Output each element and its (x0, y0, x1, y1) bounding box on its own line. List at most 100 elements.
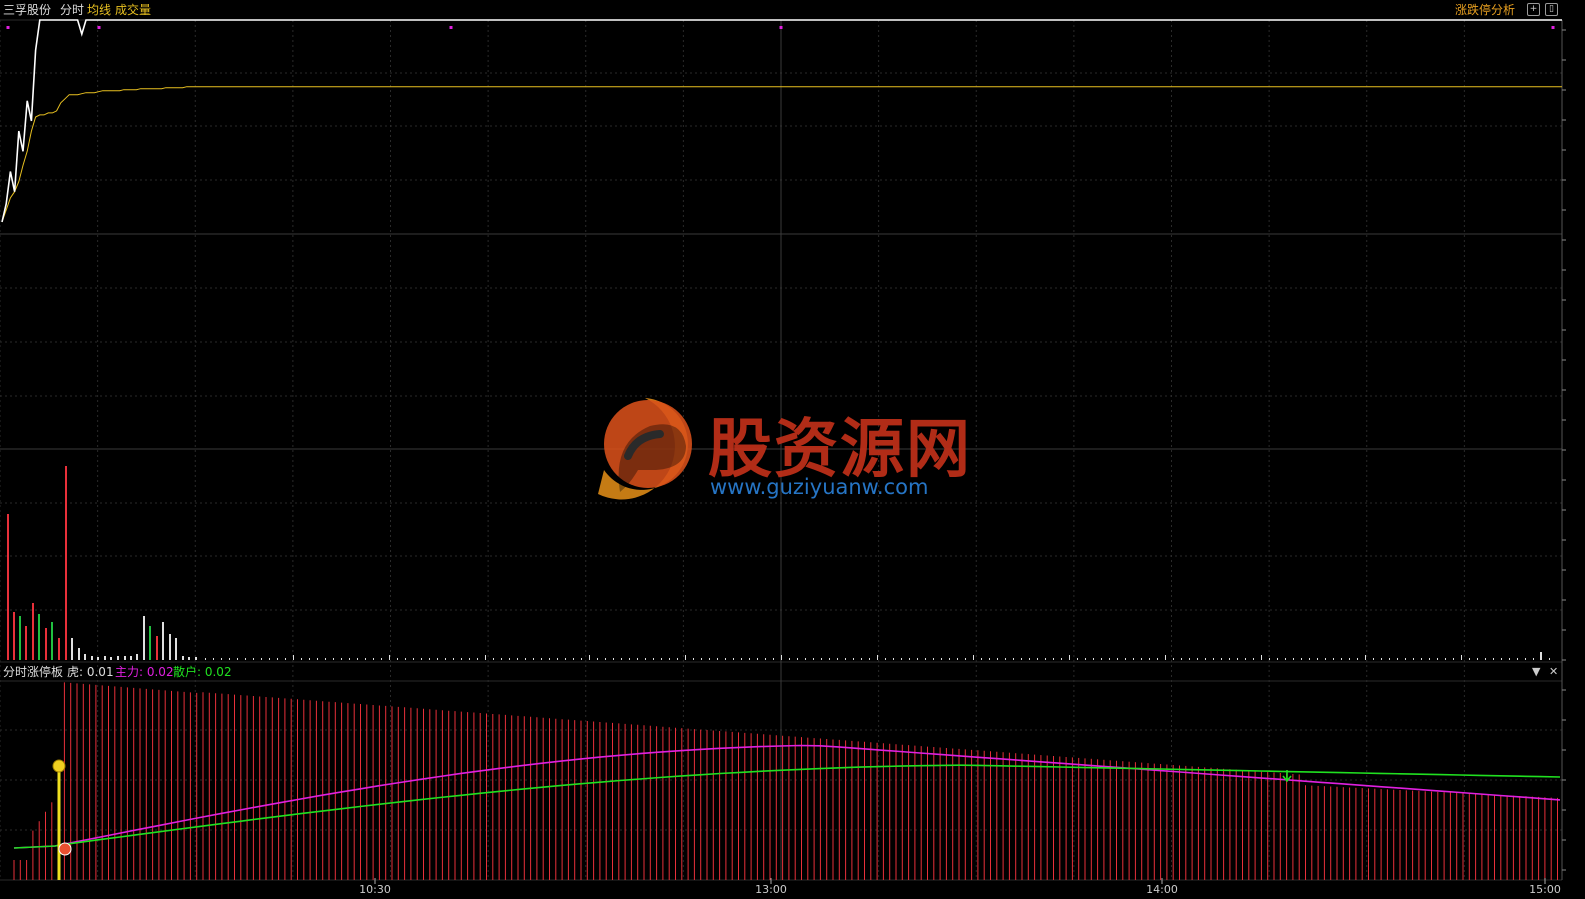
volume-bar (1389, 658, 1390, 660)
volume-bar (613, 658, 614, 660)
volume-bar (725, 658, 726, 660)
volume-bar (1477, 658, 1478, 660)
close-icon[interactable]: ✕ (1549, 663, 1558, 681)
volume-bar (1317, 658, 1318, 660)
volume-bar (1277, 658, 1278, 660)
volume-bar (261, 658, 262, 660)
limit-marker (1551, 26, 1555, 29)
volume-bar (389, 655, 390, 660)
time-label: 13:00 (755, 883, 787, 896)
volume-bar (325, 658, 326, 660)
limit-marker (449, 26, 453, 29)
volume-bar (293, 655, 294, 660)
volume-bar (637, 658, 638, 660)
volume-bar (221, 658, 222, 660)
volume-bar (1341, 658, 1342, 660)
watermark-url: www.guziyuanw.com (710, 475, 929, 499)
volume-bar (1061, 658, 1062, 660)
volume-bar (1540, 652, 1542, 660)
volume-bar (461, 658, 462, 660)
volume-bar (1357, 658, 1358, 660)
volume-bar (341, 658, 342, 660)
volume-bar (1165, 655, 1166, 660)
volume-bar (229, 658, 230, 660)
volume-bar (1093, 658, 1094, 660)
volume-bar (413, 658, 414, 660)
volume-bar (965, 658, 966, 660)
volume-bar (957, 658, 958, 660)
volume-bar (1213, 658, 1214, 660)
volume-bar (1245, 658, 1246, 660)
volume-bar (104, 656, 106, 660)
volume-bar (501, 658, 502, 660)
retail-value: 散户: 0.02 (173, 665, 232, 679)
volume-bar (357, 658, 358, 660)
volume-bar (1429, 658, 1430, 660)
volume-bar (445, 658, 446, 660)
volume-bar (813, 658, 814, 660)
volume-bar (869, 658, 870, 660)
volume-bar (1445, 658, 1446, 660)
volume-bar (661, 658, 662, 660)
volume-bar (533, 658, 534, 660)
volume-bar (1021, 658, 1022, 660)
main-force-line (13, 744, 1561, 849)
volume-bar (1045, 658, 1046, 660)
volume-bar (1333, 658, 1334, 660)
volume-bar (1109, 658, 1110, 660)
watermark-logo-icon (598, 398, 692, 500)
volume-bar (130, 656, 132, 660)
volume-bar (169, 634, 171, 660)
volume-bar (1381, 658, 1382, 660)
volume-bar (1253, 658, 1254, 660)
volume-bar (941, 658, 942, 660)
volume-bar (1005, 658, 1006, 660)
dropdown-icon[interactable]: ▼ (1532, 663, 1540, 681)
volume-bar (557, 658, 558, 660)
volume-bar (156, 636, 158, 660)
volume-bar (38, 614, 40, 660)
volume-bar (1461, 655, 1462, 660)
volume-bar (7, 514, 9, 660)
volume-bar (205, 658, 206, 660)
volume-bar (901, 658, 902, 660)
volume-bar (1501, 658, 1502, 660)
volume-bar (1421, 658, 1422, 660)
volume-bar (797, 658, 798, 660)
volume-bar (182, 656, 184, 660)
volume-bar (58, 638, 60, 660)
volume-bar (1493, 658, 1494, 660)
volume-bar (1349, 658, 1350, 660)
volume-bar (853, 658, 854, 660)
volume-bar (1309, 658, 1310, 660)
volume-bar (51, 622, 53, 660)
volume-bar (829, 658, 830, 660)
volume-bar (997, 658, 998, 660)
volume-bar (605, 658, 606, 660)
volume-bar (124, 656, 126, 660)
volume-bar (493, 658, 494, 660)
volume-bar (589, 655, 590, 660)
volume-bar (709, 658, 710, 660)
volume-bar (381, 658, 382, 660)
volume-bar (301, 658, 302, 660)
volume-bar (789, 658, 790, 660)
volume-bar (693, 658, 694, 660)
volume-bar (525, 658, 526, 660)
volume-bar (188, 657, 190, 660)
volume-bar (1237, 658, 1238, 660)
volume-bar (1397, 658, 1398, 660)
volume-bar (1157, 658, 1158, 660)
volume-bar (549, 658, 550, 660)
volume-bar (84, 654, 86, 660)
limit-marker (6, 26, 10, 29)
volume-bar (91, 656, 93, 660)
volume-bar (1229, 658, 1230, 660)
volume-bar (781, 655, 782, 660)
volume-bar (1285, 658, 1286, 660)
volume-bar (861, 658, 862, 660)
volume-bar (1181, 658, 1182, 660)
volume-bar (397, 658, 398, 660)
indicator-name[interactable]: 分时涨停板 (3, 663, 63, 681)
limit-marker (779, 26, 783, 29)
